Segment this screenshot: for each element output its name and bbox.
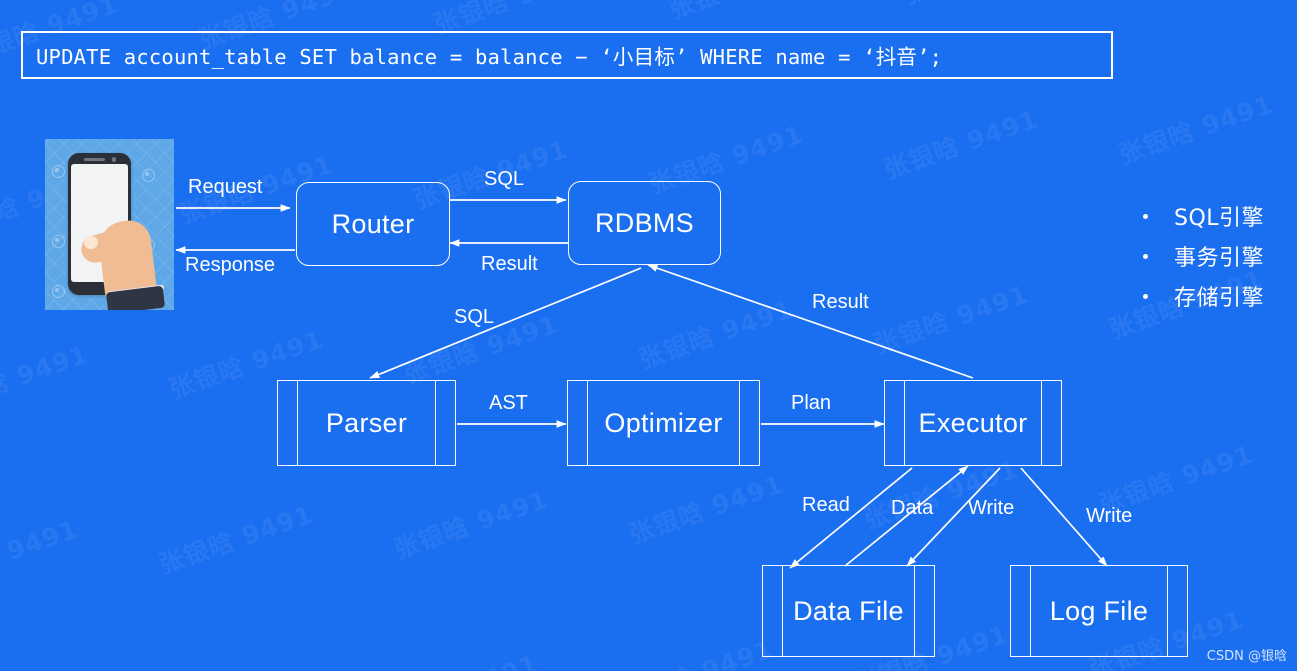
node-log-file-label: Log File bbox=[1049, 595, 1149, 626]
watermark-text: 张银晗 9491 bbox=[625, 469, 788, 550]
node-executor-label: Executor bbox=[918, 407, 1028, 438]
watermark-text: 张银晗 9491 bbox=[614, 630, 778, 671]
node-parser[interactable]: Parser bbox=[277, 380, 456, 466]
node-data-file-label: Data File bbox=[793, 595, 904, 626]
slide-canvas: 张银晗 9491 张银晗 9491 张银晗 9491 张银晗 9491 张银晗 … bbox=[0, 0, 1297, 671]
illustration-watermark-dot bbox=[52, 285, 65, 298]
edge-label-sql-rdbms-parser: SQL bbox=[454, 306, 495, 328]
bullet-dot-icon bbox=[1143, 213, 1148, 219]
node-log-file[interactable]: Log File bbox=[1010, 565, 1188, 657]
edge-label-response: Response bbox=[185, 254, 276, 276]
node-rdbms-label: RDBMS bbox=[594, 207, 694, 238]
bullet-label: SQL引擎 bbox=[1174, 206, 1265, 231]
bullet-dot-icon bbox=[1143, 293, 1148, 299]
illustration-watermark-dot bbox=[52, 235, 65, 248]
node-data-file[interactable]: Data File bbox=[762, 565, 935, 657]
watermark-text: 张银晗 9491 bbox=[390, 484, 553, 565]
arrow-sql-rdbms-parser bbox=[369, 267, 642, 379]
bullet-label: 事务引擎 bbox=[1174, 246, 1265, 271]
sql-statement-banner: UPDATE account_table SET balance = balan… bbox=[21, 31, 1113, 79]
phone-camera-icon bbox=[112, 157, 117, 162]
watermark-text: 张银晗 9491 bbox=[0, 339, 93, 420]
watermark-text: 张银晗 9491 bbox=[899, 0, 1063, 11]
node-executor[interactable]: Executor bbox=[884, 380, 1062, 466]
node-parser-label: Parser bbox=[325, 407, 408, 438]
edge-label-result-executor-rdbms: Result bbox=[812, 291, 869, 313]
watermark-text: 张银晗 9491 bbox=[144, 660, 308, 671]
engine-bullet-list: SQL引擎 事务引擎 存储引擎 bbox=[1143, 196, 1264, 316]
edge-label-write-log: Write bbox=[1086, 505, 1133, 527]
arrow-result-executor-rdbms bbox=[647, 264, 974, 379]
csdn-credit-watermark: CSDN @银晗 bbox=[1206, 649, 1287, 664]
bullet-item-sql-engine: SQL引擎 bbox=[1143, 196, 1264, 236]
watermark-text: 张银晗 9491 bbox=[0, 514, 83, 595]
bullet-item-transaction-engine: 事务引擎 bbox=[1143, 236, 1264, 276]
node-rdbms[interactable]: RDBMS bbox=[568, 181, 721, 265]
watermark-text: 张银晗 9491 bbox=[379, 645, 543, 671]
edge-label-ast: AST bbox=[489, 392, 528, 414]
illustration-watermark-dot bbox=[142, 169, 155, 182]
watermark-text: 张银晗 9491 bbox=[635, 294, 798, 375]
node-optimizer[interactable]: Optimizer bbox=[567, 380, 760, 466]
watermark-text: 张银晗 9491 bbox=[155, 499, 318, 580]
node-optimizer-label: Optimizer bbox=[604, 407, 723, 438]
node-router-label: Router bbox=[331, 208, 415, 239]
bullet-item-storage-engine: 存储引擎 bbox=[1143, 276, 1264, 316]
watermark-text: 张银晗 9491 bbox=[870, 279, 1033, 360]
edge-label-sql-router-rdbms: SQL bbox=[484, 168, 525, 190]
phone-speaker-icon bbox=[84, 158, 105, 161]
illustration-watermark-dot bbox=[52, 165, 65, 178]
edge-label-plan: Plan bbox=[791, 392, 832, 414]
sql-statement-text: UPDATE account_table SET balance = balan… bbox=[36, 45, 943, 69]
phone-with-hand-tapping-illustration bbox=[45, 139, 174, 310]
watermark-text: 张银晗 9491 bbox=[880, 104, 1043, 185]
edge-label-read: Read bbox=[802, 494, 850, 516]
watermark-text: 张银晗 9491 bbox=[1115, 89, 1278, 170]
node-router[interactable]: Router bbox=[296, 182, 450, 266]
edge-label-write-data: Write bbox=[968, 497, 1015, 519]
edge-label-result-rdbms-router: Result bbox=[481, 253, 538, 275]
bullet-dot-icon bbox=[1143, 253, 1148, 259]
edge-label-request: Request bbox=[188, 176, 263, 198]
watermark-text: 张银晗 9491 bbox=[664, 0, 828, 26]
edge-label-data: Data bbox=[891, 497, 934, 519]
hand-graphic bbox=[78, 211, 166, 310]
bullet-label: 存储引擎 bbox=[1174, 286, 1265, 311]
